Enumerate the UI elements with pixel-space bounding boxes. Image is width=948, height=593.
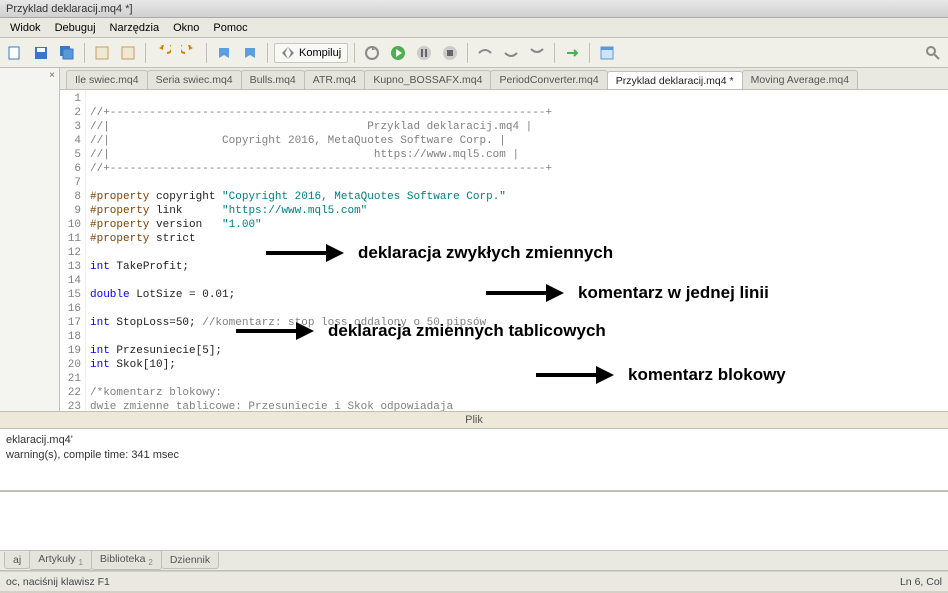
bookmark-next-icon[interactable] — [239, 42, 261, 64]
column-file: Plik — [465, 414, 483, 426]
tab-periodconverter[interactable]: PeriodConverter.mq4 — [490, 70, 607, 89]
window-icon[interactable] — [596, 42, 618, 64]
menubar: Widok Debuguj Narzędzia Okno Pomoc — [0, 18, 948, 38]
compile-button[interactable]: Kompiluj — [274, 43, 348, 63]
bottom-tab-biblioteka[interactable]: Biblioteka 2 — [91, 551, 162, 570]
toolbar-separator — [84, 43, 85, 63]
tab-seria-swiec[interactable]: Seria swiec.mq4 — [147, 70, 242, 89]
output-line: eklaracij.mq4' — [6, 433, 942, 448]
new-file-icon[interactable] — [4, 42, 26, 64]
editor-area: Ile swiec.mq4 Seria swiec.mq4 Bulls.mq4 … — [60, 68, 948, 411]
output-panel[interactable]: eklaracij.mq4' warning(s), compile time:… — [0, 429, 948, 491]
tab-moving-average[interactable]: Moving Average.mq4 — [742, 70, 858, 89]
redo-icon[interactable] — [178, 42, 200, 64]
debug-stop-icon[interactable] — [439, 42, 461, 64]
bottom-tab-aj[interactable]: aj — [4, 552, 30, 569]
main-area: × Ile swiec.mq4 Seria swiec.mq4 Bulls.mq… — [0, 68, 948, 411]
menu-widok[interactable]: Widok — [4, 20, 47, 36]
tab-ile-swiec[interactable]: Ile swiec.mq4 — [66, 70, 148, 89]
save-all-icon[interactable] — [56, 42, 78, 64]
save-icon[interactable] — [30, 42, 52, 64]
window-titlebar: Przyklad deklaracij.mq4 *] — [0, 0, 948, 18]
editor-tabbar: Ile swiec.mq4 Seria swiec.mq4 Bulls.mq4 … — [60, 68, 948, 90]
debug-restart-icon[interactable] — [361, 42, 383, 64]
status-cursor: Ln 6, Col — [900, 576, 942, 588]
search-icon[interactable] — [922, 42, 944, 64]
copy-icon[interactable] — [117, 42, 139, 64]
compile-icon — [281, 46, 295, 60]
step-over-icon[interactable] — [500, 42, 522, 64]
bottom-tab-dziennik[interactable]: Dziennik — [161, 552, 219, 569]
toolbar-separator — [554, 43, 555, 63]
menu-pomoc[interactable]: Pomoc — [207, 20, 253, 36]
toolbar-separator — [145, 43, 146, 63]
terminal-icon[interactable] — [561, 42, 583, 64]
cut-icon[interactable] — [91, 42, 113, 64]
bookmark-prev-icon[interactable] — [213, 42, 235, 64]
tab-przyklad-deklaracij[interactable]: Przyklad deklaracij.mq4 * — [607, 71, 743, 90]
step-out-icon[interactable] — [526, 42, 548, 64]
menu-okno[interactable]: Okno — [167, 20, 205, 36]
toolbar: Kompiluj — [0, 38, 948, 68]
statusbar: oc, naciśnij klawisz F1 Ln 6, Col — [0, 571, 948, 591]
toolbar-separator — [354, 43, 355, 63]
code-text[interactable]: //+-------------------------------------… — [86, 90, 948, 411]
tab-kupno-bossafx[interactable]: Kupno_BOSSAFX.mq4 — [364, 70, 491, 89]
bottom-tabbar: aj Artykuły 1 Biblioteka 2 Dziennik — [0, 551, 948, 571]
compile-label: Kompiluj — [299, 47, 341, 59]
panel-close-icon[interactable]: × — [49, 70, 55, 81]
navigator-panel: × — [0, 68, 60, 411]
window-title: Przyklad deklaracij.mq4 *] — [6, 3, 133, 15]
line-gutter: 1234567891011121314151617181920212223242… — [60, 90, 86, 411]
undo-icon[interactable] — [152, 42, 174, 64]
toolbar-separator — [267, 43, 268, 63]
lower-pane — [0, 491, 948, 551]
output-line: warning(s), compile time: 341 msec — [6, 448, 942, 463]
toolbar-separator — [206, 43, 207, 63]
bottom-tab-artykuly[interactable]: Artykuły 1 — [29, 551, 92, 570]
status-help: oc, naciśnij klawisz F1 — [6, 576, 110, 588]
step-into-icon[interactable] — [474, 42, 496, 64]
tab-atr[interactable]: ATR.mq4 — [304, 70, 366, 89]
tab-bulls[interactable]: Bulls.mq4 — [241, 70, 305, 89]
menu-narzedzia[interactable]: Narzędzia — [104, 20, 166, 36]
toolbar-separator — [589, 43, 590, 63]
toolbar-separator — [467, 43, 468, 63]
code-editor[interactable]: 1234567891011121314151617181920212223242… — [60, 90, 948, 411]
annotation-var-declarations: deklaracja zwykłych zmiennych — [266, 242, 613, 264]
annotation-block-comment: komentarz blokowy — [536, 364, 786, 386]
output-column-header: Plik — [0, 411, 948, 429]
annotation-single-line-comment: komentarz w jednej linii — [486, 282, 769, 304]
menu-debuguj[interactable]: Debuguj — [49, 20, 102, 36]
debug-play-icon[interactable] — [387, 42, 409, 64]
debug-pause-icon[interactable] — [413, 42, 435, 64]
